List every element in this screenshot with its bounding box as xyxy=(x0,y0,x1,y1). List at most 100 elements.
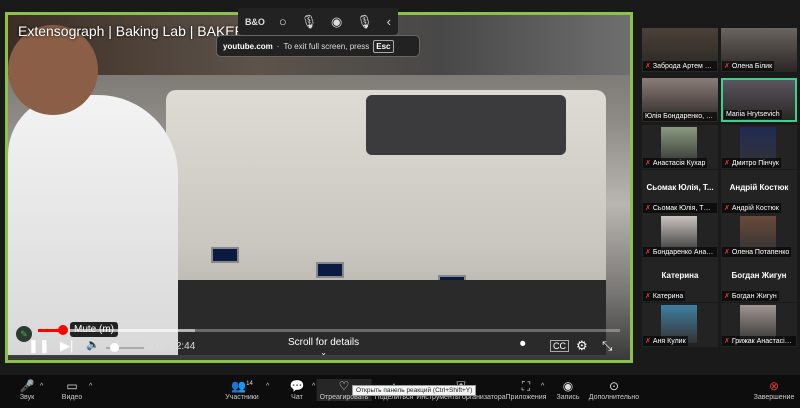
microphone-waves-icon[interactable]: 🎙 xyxy=(356,14,373,30)
participant-name: ✗Грижак Анастасія, ТХ... xyxy=(722,336,796,346)
extension-bar: B&O ○ 🎙 ◉ 🎙 ‹ xyxy=(238,8,398,35)
volume-icon[interactable]: 🔈 xyxy=(86,338,100,351)
video-options-caret[interactable]: ^ xyxy=(89,383,92,390)
mic-muted-icon: ✗ xyxy=(645,293,651,300)
participant-tile[interactable]: Катерина ✗ Катерина xyxy=(642,258,718,302)
participant-tile[interactable]: ✗ Анастасія Кухар xyxy=(642,125,718,169)
autoplay-toggle[interactable]: ⏺ xyxy=(520,338,526,351)
record-icon: ◉ xyxy=(562,379,574,393)
participant-name-label: Олена Білик xyxy=(731,63,773,70)
participant-name: ✗ Анастасія Кухар xyxy=(643,158,708,168)
participant-tile[interactable]: ✗ Аня Кулик xyxy=(642,303,718,347)
mic-muted-icon: ✗ xyxy=(724,338,730,345)
participant-tile[interactable]: Юлія Бондаренко, НХТ xyxy=(642,78,718,122)
video-button[interactable]: ▭ Видео xyxy=(62,379,82,401)
chat-caret[interactable]: ^ xyxy=(312,383,315,390)
participant-name-label: Андрій Костюк xyxy=(731,205,779,212)
participant-display-name: Андрій Костюк xyxy=(729,183,789,192)
player-controls: ❚❚ ▶| 🔈 0:07 / 2:44 Scroll for details ⌄ … xyxy=(8,320,630,360)
participant-name: ✗ Олена Білик xyxy=(722,61,775,71)
participant-name-label: Грижак Анастасія, ТХ... xyxy=(731,338,796,345)
mic-muted-icon: ✗ xyxy=(724,160,730,167)
participant-name: ✗ Андрій Костюк xyxy=(722,203,781,213)
participant-tile[interactable]: ✗Грижак Анастасія, ТХ... xyxy=(721,303,797,347)
participant-name: ✗ Аня Кулик xyxy=(643,336,688,346)
participant-tile[interactable]: ✗ Олена Потапенко xyxy=(721,214,797,258)
audio-button[interactable]: 🎤 Звук xyxy=(20,379,35,401)
time-display: 0:07 / 2:44 xyxy=(148,341,196,352)
chevron-left-icon[interactable]: ‹ xyxy=(387,14,391,29)
mic-muted-icon: ✗ xyxy=(724,63,730,70)
participant-display-name: Сьомак Юлія, Т... xyxy=(646,183,714,192)
presenter xyxy=(8,25,178,355)
close-icon: ⊗ xyxy=(768,379,780,393)
apps-caret[interactable]: ^ xyxy=(541,383,544,390)
participant-name-label: Олена Потапенко xyxy=(731,249,790,256)
settings-gear-icon[interactable]: ⚙ xyxy=(576,338,588,354)
mic-muted-icon: ✗ xyxy=(724,205,730,212)
participant-display-name: Катерина xyxy=(661,271,699,280)
mic-muted-icon: ✗ xyxy=(724,293,730,300)
mic-muted-icon: ✗ xyxy=(645,249,651,256)
participant-name-label: Аня Кулик xyxy=(652,338,686,345)
volume-slider[interactable] xyxy=(106,343,144,352)
radio-selected-icon[interactable]: ◉ xyxy=(331,14,342,30)
participant-name: ✗ Катерина xyxy=(643,291,686,301)
next-button[interactable]: ▶| xyxy=(60,338,73,354)
progress-bar[interactable] xyxy=(38,325,620,335)
participant-name: ✗Бондаренко Анастасія xyxy=(643,247,717,257)
participant-name: ✗ Заброда Артем А-Т-1 xyxy=(643,61,717,71)
participant-name-label: Заброда Артем А-Т-1 xyxy=(652,63,717,70)
participant-name-label: Бондаренко Анастасія xyxy=(652,249,717,256)
fullscreen-notice: youtube.com · To exit full screen, press … xyxy=(216,35,420,57)
chat-icon: 💬 xyxy=(289,379,305,393)
participant-tile[interactable]: Mariia Hrytsevich xyxy=(721,78,797,122)
participant-tile[interactable]: Сьомак Юлія, Т... ✗Сьомак Юлія, ТХ-1-4... xyxy=(642,170,718,214)
participants-icon: 👥14 xyxy=(231,379,253,393)
pause-button[interactable]: ❚❚ xyxy=(28,338,50,354)
participant-name-label: Анастасія Кухар xyxy=(652,160,706,167)
end-meeting-button[interactable]: ⊗ Завершение xyxy=(754,379,795,401)
mic-muted-icon: ✗ xyxy=(645,63,651,70)
participant-name: ✗Сьомак Юлія, ТХ-1-4... xyxy=(643,203,717,213)
participant-display-name: Богдан Жигун xyxy=(731,271,787,280)
participant-tile[interactable]: Богдан Жигун ✗ Богдан Жигун xyxy=(721,258,797,302)
radio-icon[interactable]: ○ xyxy=(279,14,287,29)
participant-tile[interactable]: ✗Бондаренко Анастасія xyxy=(642,214,718,258)
participant-name-label: Юлія Бондаренко, НХТ xyxy=(645,113,717,120)
bo-logo: B&O xyxy=(244,16,265,27)
participants-button[interactable]: 👥14 Участники xyxy=(225,379,258,401)
chat-button[interactable]: 💬 Чат xyxy=(290,379,305,401)
participant-name: ✗ Дмитро Пінчук xyxy=(722,158,781,168)
record-button[interactable]: ◉ Запись xyxy=(557,379,580,401)
participant-tile[interactable]: ✗ Дмитро Пінчук xyxy=(721,125,797,169)
participant-name: ✗ Богдан Жигун xyxy=(722,291,779,301)
shared-video[interactable]: Extensograph | Baking Lab | BAKERpedia ✎… xyxy=(5,12,633,363)
participant-tile[interactable]: Андрій Костюк ✗ Андрій Костюк xyxy=(721,170,797,214)
participant-tile[interactable]: ✗ Олена Білик xyxy=(721,28,797,72)
more-icon: ⊙ xyxy=(608,379,620,393)
microphone-icon[interactable]: 🎙 xyxy=(301,14,318,30)
participant-tile[interactable]: ✗ Заброда Артем А-Т-1 xyxy=(642,28,718,72)
captions-button[interactable]: CC xyxy=(550,340,569,352)
exit-fullscreen-icon[interactable]: ⤡ xyxy=(602,338,612,354)
participant-name: Mariia Hrytsevich xyxy=(724,110,782,119)
participant-name-label: Mariia Hrytsevich xyxy=(726,111,780,118)
participants-caret[interactable]: ^ xyxy=(266,383,269,390)
participant-name-label: Сьомак Юлія, ТХ-1-4... xyxy=(652,205,717,212)
participant-name: ✗ Олена Потапенко xyxy=(722,247,792,257)
participant-name-label: Дмитро Пінчук xyxy=(731,160,779,167)
more-button[interactable]: ⊙ Дополнительно xyxy=(589,379,639,401)
participant-name-label: Богдан Жигун xyxy=(731,293,777,300)
mic-muted-icon: ✗ xyxy=(645,205,651,212)
mic-muted-icon: ✗ xyxy=(724,249,730,256)
camera-icon: ▭ xyxy=(66,379,78,393)
mic-muted-icon: ✗ xyxy=(645,160,651,167)
participant-name: Юлія Бондаренко, НХТ xyxy=(643,112,717,121)
audio-options-caret[interactable]: ^ xyxy=(40,383,43,390)
react-tooltip: Открыть панель реакций (Ctrl+Shift+Y) xyxy=(352,385,477,396)
extensograph-machine xyxy=(166,90,606,355)
participant-name-label: Катерина xyxy=(652,293,684,300)
mic-muted-icon: 🎤 xyxy=(19,379,35,393)
scroll-for-details[interactable]: Scroll for details ⌄ xyxy=(288,337,359,357)
